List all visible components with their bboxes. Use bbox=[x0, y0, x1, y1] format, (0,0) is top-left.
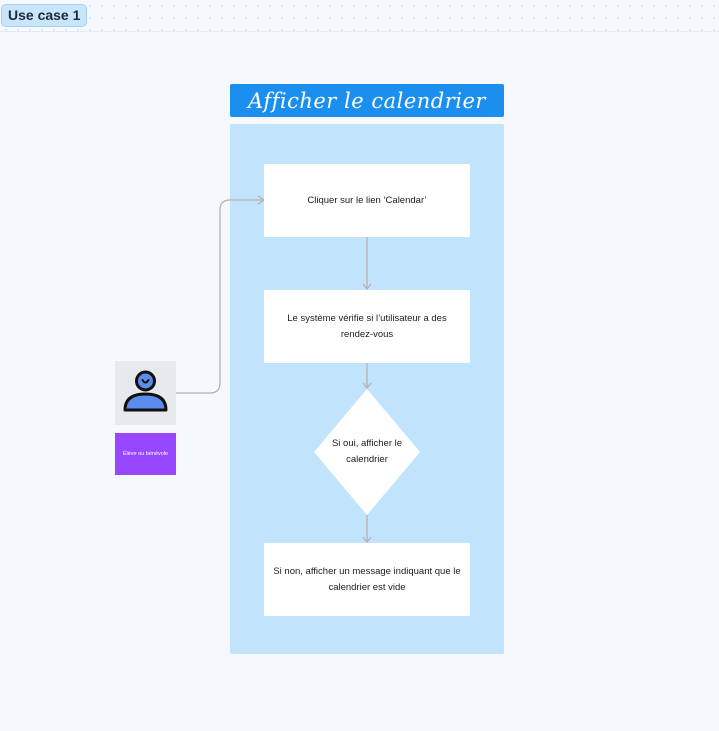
flow-connectors bbox=[176, 195, 420, 544]
step-system-check[interactable]: Le système vérifie si l’utilisateur a de… bbox=[264, 290, 470, 363]
step-click-link[interactable]: Cliquer sur le lien ‘Calendar’ bbox=[264, 164, 470, 237]
step-empty-message[interactable]: Si non, afficher un message indiquant qu… bbox=[264, 543, 470, 616]
actor-connector[interactable] bbox=[176, 199, 263, 394]
actor-role-label[interactable]: Élève ou bénévole bbox=[115, 433, 176, 475]
user-icon bbox=[123, 370, 168, 412]
decision-label: Si oui, afficher le calendrier bbox=[331, 438, 403, 465]
actor-tile[interactable] bbox=[115, 361, 176, 425]
